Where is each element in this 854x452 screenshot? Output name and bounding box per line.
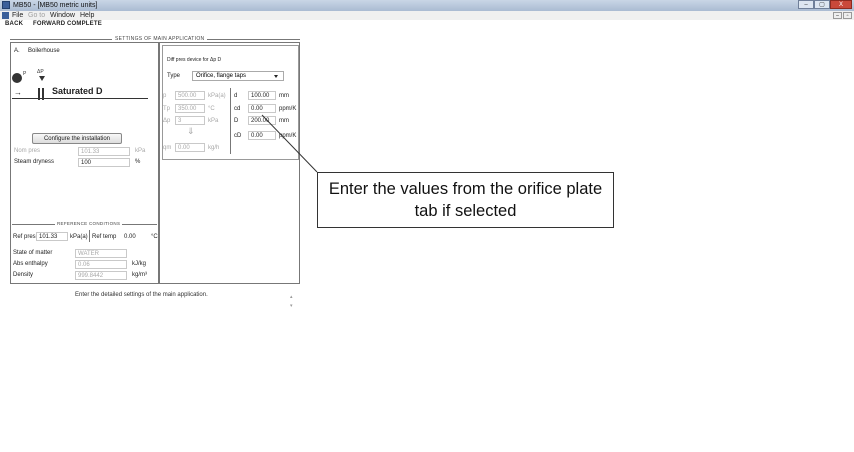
pipe-line [12, 98, 148, 99]
value-separator [230, 88, 231, 154]
ref-pres-field[interactable]: 101.33 [36, 232, 68, 241]
qm-field[interactable]: 0.00 [175, 143, 205, 152]
type-label: Type [167, 73, 181, 79]
medium-label: Saturated D [52, 86, 103, 96]
qm-label: qm [163, 145, 172, 151]
cd-field[interactable]: 0.00 [248, 104, 276, 113]
density-field: 999.8442 [75, 271, 127, 280]
dp-label: Δp [163, 118, 171, 124]
temperature-field[interactable]: 350.00 [175, 104, 205, 113]
valve-icon [39, 76, 45, 81]
reference-title: REFERENCE CONDITIONS [55, 221, 123, 226]
title-bar: MB50 - [MB50 metric units] – ▢ X [0, 0, 854, 11]
ref-temp-label: Ref temp [92, 234, 117, 240]
cd-unit: ppm/K [279, 106, 297, 112]
pressure-label: p [163, 93, 167, 99]
window-title: MB50 - [MB50 metric units] [13, 2, 98, 9]
flow-arrow-icon: → [14, 88, 22, 97]
temperature-label: Tp [163, 106, 171, 112]
ref-temp-field[interactable]: 0.00 [121, 232, 148, 241]
pressure-unit: kPa(a) [208, 93, 226, 99]
density-unit: kg/m³ [132, 272, 147, 278]
ref-pres-unit: kPa(a) [70, 234, 88, 240]
state-field: WATER [75, 249, 127, 258]
ref-pres-label: Ref pres [13, 234, 36, 240]
mdi-minimize-icon[interactable]: – [833, 12, 842, 19]
menu-file[interactable]: File [12, 11, 23, 20]
nom-pres-field[interactable]: 101.33 [78, 147, 130, 156]
status-text: Enter the detailed settings of the main … [75, 292, 208, 298]
temperature-unit: °C [208, 106, 215, 112]
steam-dryness-field[interactable]: 100 [78, 158, 130, 167]
complete-button[interactable]: COMPLETE [67, 21, 102, 27]
cD-unit: ppm/K [279, 133, 297, 139]
dp-field[interactable]: 3 [175, 116, 205, 125]
configure-installation-button[interactable]: Configure the installation [32, 133, 122, 144]
pump-icon [12, 73, 22, 83]
device-type-select[interactable]: Orifice, flange taps [192, 71, 284, 81]
installation-name-field[interactable]: Boilerhouse [25, 46, 131, 55]
d-unit: mm [279, 93, 289, 99]
back-button[interactable]: BACK [5, 21, 23, 27]
mdi-controls: – ▫ [833, 12, 852, 19]
annotation-callout: Enter the values from the orifice plate … [317, 172, 614, 228]
abs-enthalpy-unit: kJ/kg [132, 261, 147, 267]
pipe-diameter-label: D [234, 118, 239, 124]
abs-enthalpy-label: Abs enthalpy [13, 261, 48, 267]
pressure-field[interactable]: 500.00 [175, 91, 205, 100]
d-field[interactable]: 100.00 [248, 91, 276, 100]
pipe-diameter-unit: mm [279, 118, 289, 124]
document-icon [2, 12, 9, 19]
d-label: d [234, 93, 238, 99]
down-arrow-icon: ⇓ [187, 126, 195, 136]
cD-label: cD [234, 133, 242, 139]
nom-pres-label: Nom pres [14, 148, 41, 154]
mdi-restore-icon[interactable]: ▫ [843, 12, 852, 19]
forward-button[interactable]: FORWARD [33, 21, 65, 27]
pump-label: P [23, 71, 27, 77]
qm-unit: kg/h [208, 145, 220, 151]
steam-dryness-unit: % [135, 159, 141, 165]
chevron-down-icon [274, 75, 278, 78]
maximize-button[interactable]: ▢ [814, 0, 830, 9]
dp-unit: kPa [208, 118, 219, 124]
steam-dryness-label: Steam dryness [14, 159, 55, 165]
nom-pres-unit: kPa [135, 148, 146, 154]
menu-goto[interactable]: Go to [28, 11, 45, 20]
pipe-diameter-field[interactable]: 200.00 [248, 116, 276, 125]
device-type-value: Orifice, flange taps [196, 73, 247, 79]
menu-bar: File Go to Window Help – ▫ [0, 11, 854, 20]
status-scroll[interactable]: ▴ ▾ [290, 293, 293, 311]
item-letter: A. [14, 48, 20, 54]
menu-window[interactable]: Window [50, 11, 75, 20]
diff-pres-label: Diff pres device for Δp D [167, 57, 222, 63]
delta-p-label: ΔP [37, 69, 44, 75]
ref-separator [89, 230, 90, 242]
density-label: Density [13, 272, 34, 278]
abs-enthalpy-field: 0.06 [75, 260, 127, 269]
window-controls: – ▢ X [798, 0, 852, 9]
menu-help[interactable]: Help [80, 11, 94, 20]
cd-label: cd [234, 106, 241, 112]
navigation-bar: BACK FORWARD COMPLETE [0, 20, 300, 30]
app-icon [2, 1, 10, 9]
close-button[interactable]: X [830, 0, 852, 9]
cD-field[interactable]: 0.00 [248, 131, 276, 140]
state-label: State of matter [13, 250, 53, 256]
ref-temp-unit: °C [151, 234, 158, 240]
minimize-button[interactable]: – [798, 0, 814, 9]
